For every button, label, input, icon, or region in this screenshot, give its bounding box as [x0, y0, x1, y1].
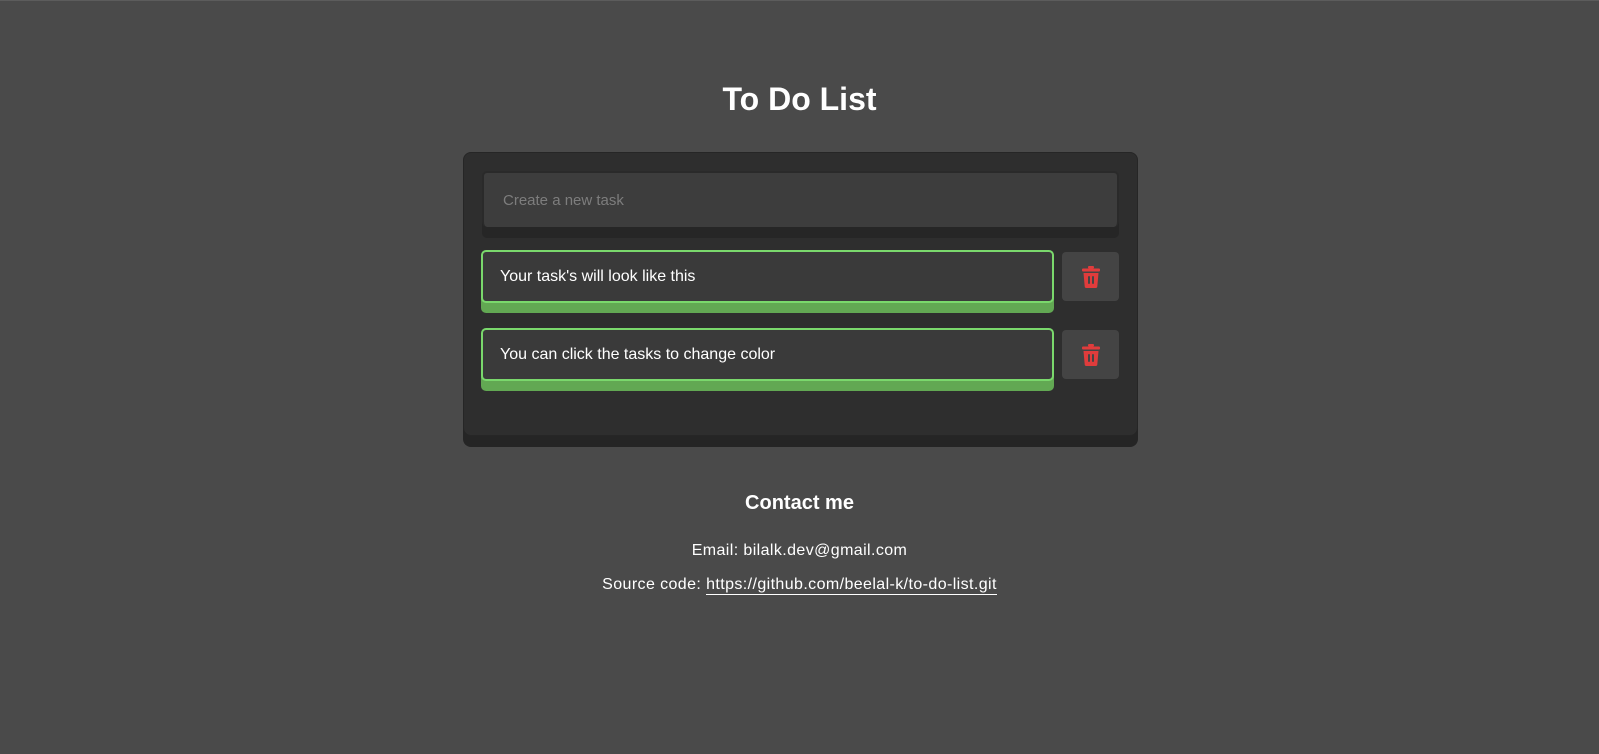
trash-icon — [1081, 265, 1100, 288]
contact-email-line: Email: bilalk.dev@gmail.com — [0, 541, 1599, 561]
task-row: Your task's will look like this — [481, 250, 1121, 314]
todo-card: Your task's will look like this You can … — [463, 152, 1138, 436]
email-address: bilalk.dev@gmail.com — [743, 542, 908, 559]
new-task-input[interactable] — [484, 173, 1117, 227]
source-label: Source code: — [602, 576, 702, 593]
delete-task-button[interactable] — [1062, 252, 1119, 301]
email-label: Email: — [691, 542, 739, 559]
task-row: You can click the tasks to change color — [481, 328, 1121, 392]
task-text: You can click the tasks to change color — [500, 345, 776, 363]
trash-icon — [1081, 343, 1100, 366]
source-code-link[interactable]: https://github.com/beelal-k/to-do-list.g… — [706, 576, 997, 595]
contact-title: Contact me — [745, 492, 854, 514]
task-text: Your task's will look like this — [500, 267, 696, 285]
contact-source-line: Source code: https://github.com/beelal-k… — [0, 575, 1599, 595]
delete-task-button[interactable] — [1062, 330, 1119, 379]
task-item[interactable]: You can click the tasks to change color — [481, 328, 1054, 381]
page-title: To Do List — [722, 81, 877, 117]
task-item[interactable]: Your task's will look like this — [481, 250, 1054, 303]
new-task-field-wrapper — [482, 171, 1119, 227]
